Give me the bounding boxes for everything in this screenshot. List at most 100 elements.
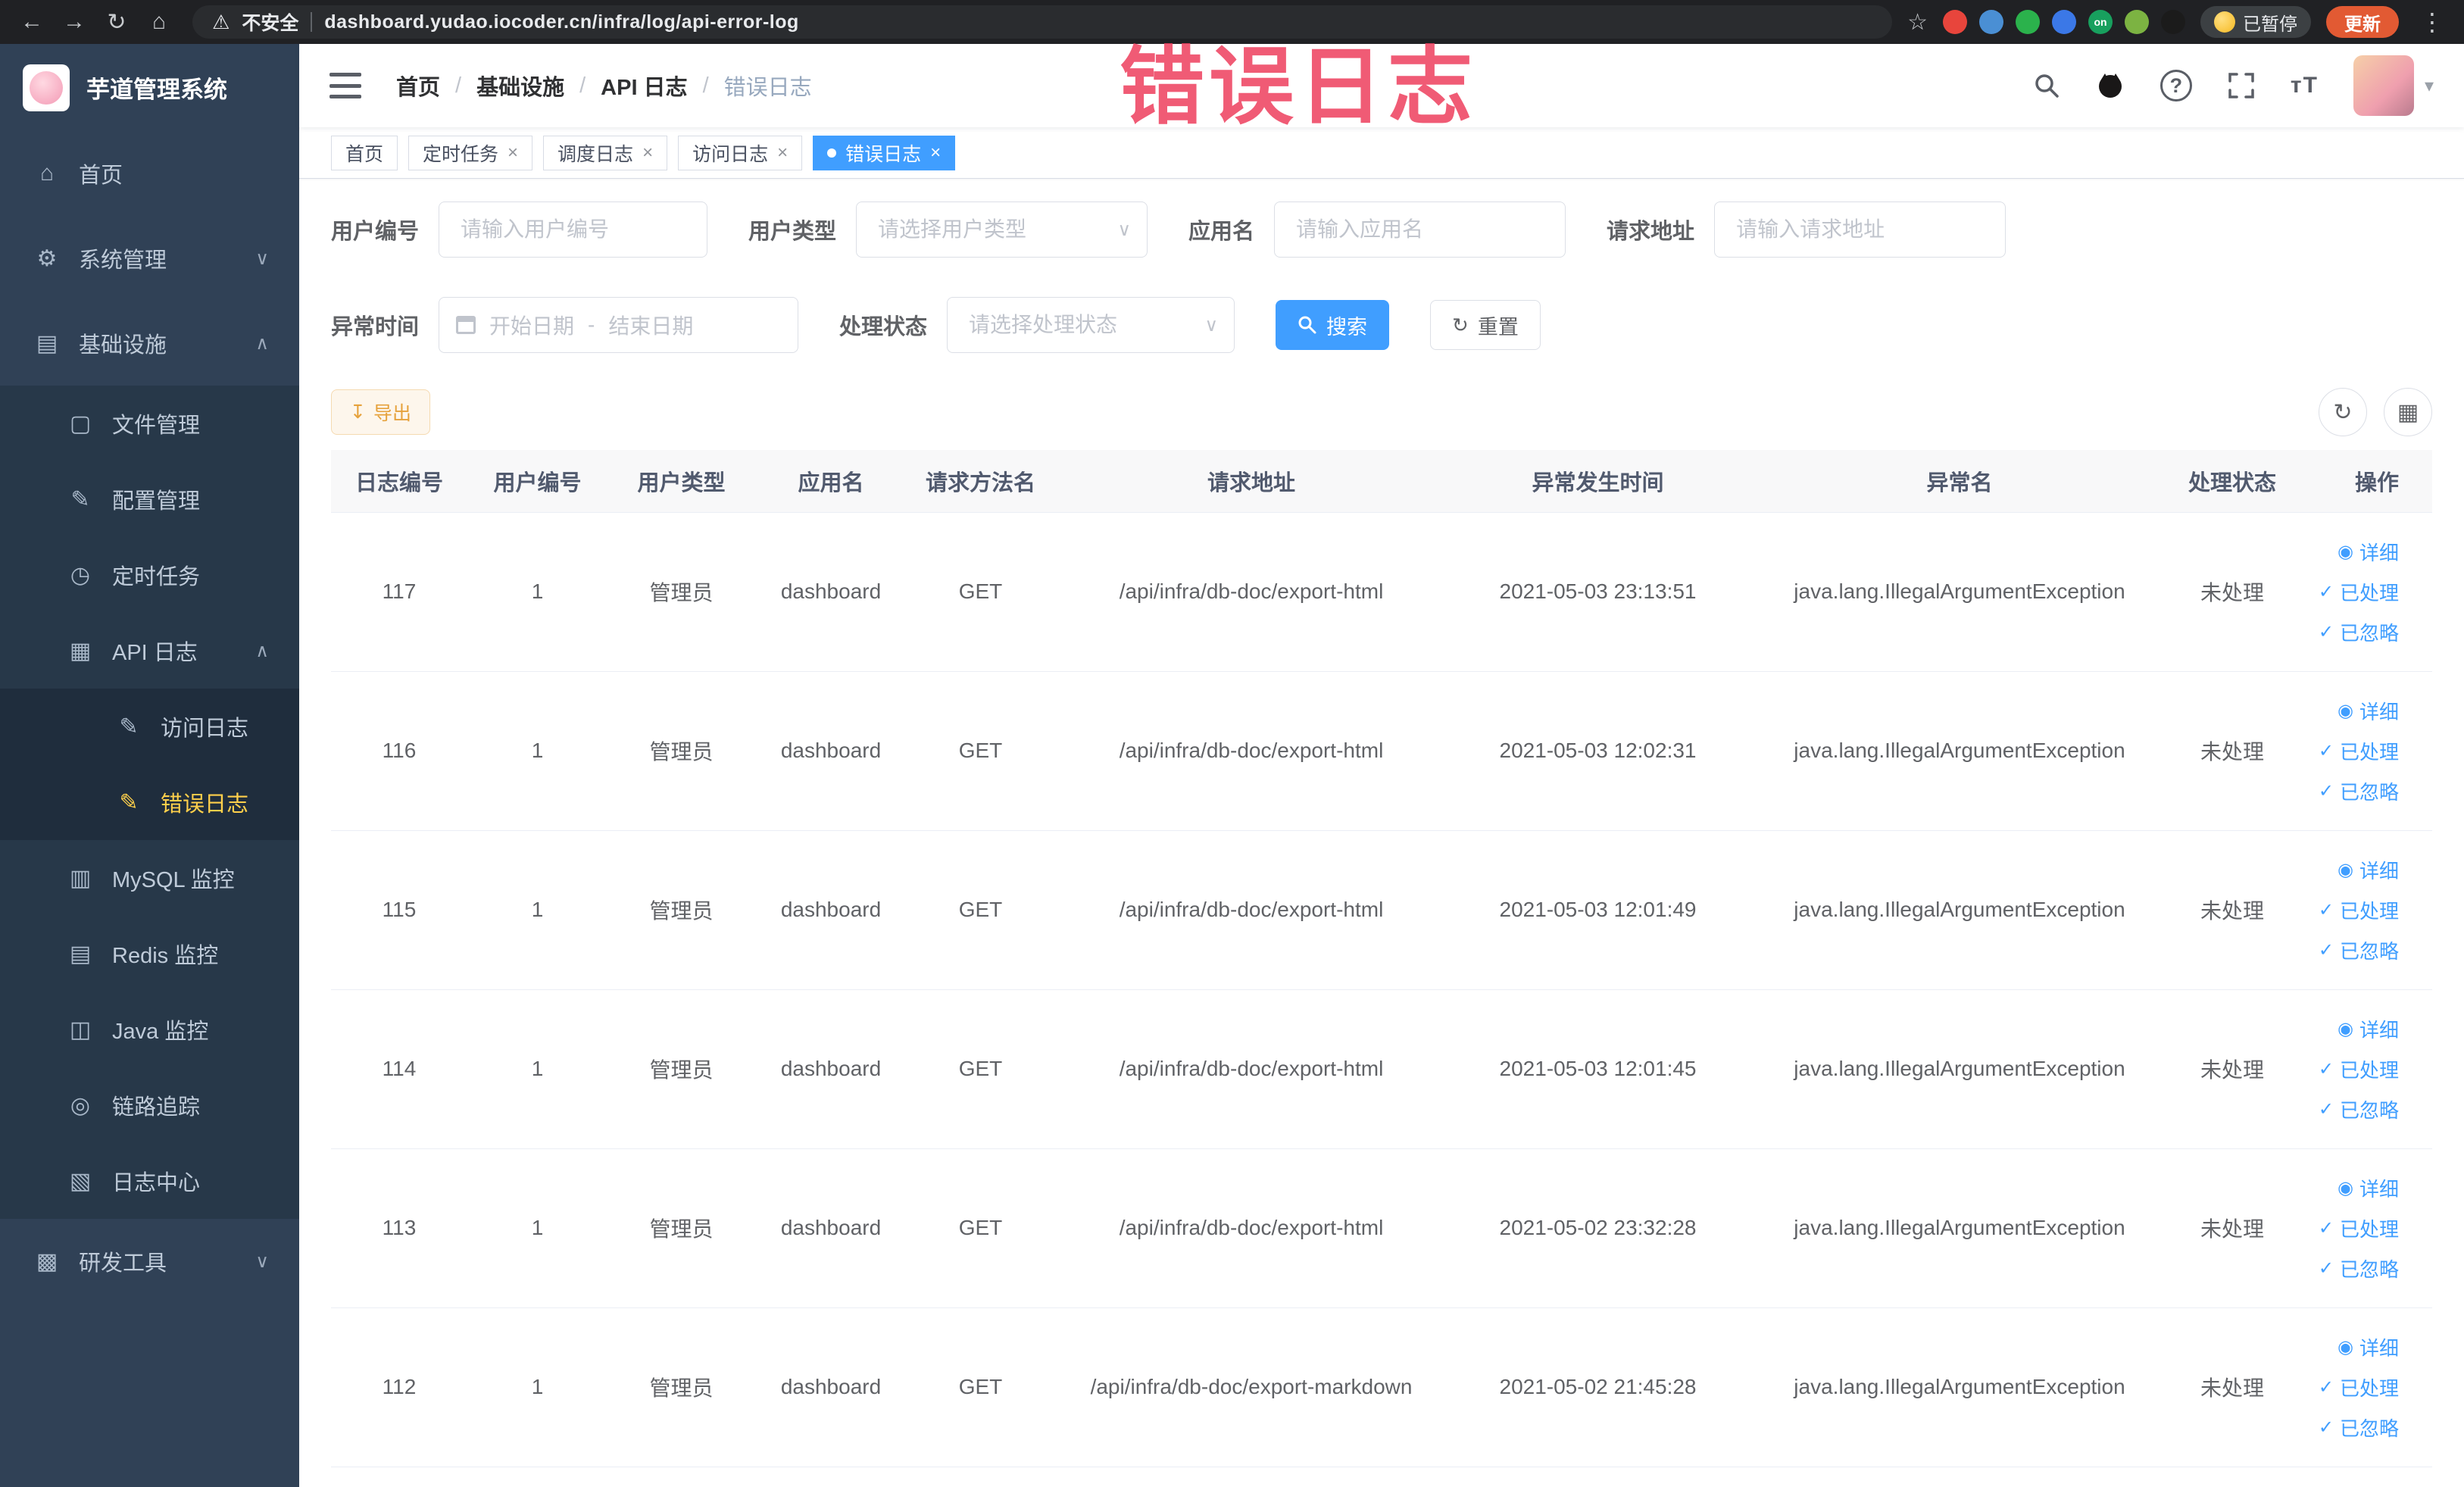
extension-icon[interactable] (1979, 10, 2003, 34)
sidebar-item-dev-tools[interactable]: ▩ 研发工具 ∨ (0, 1219, 299, 1304)
cell-time: 2021-05-02 23:32:28 (1448, 1148, 1747, 1308)
request-url-input[interactable] (1714, 201, 2006, 258)
cell-time: 2021-05-02 21:45:28 (1448, 1307, 1747, 1467)
sidebar-item-job[interactable]: ◷ 定时任务 (0, 537, 299, 613)
check-icon: ✓ (2318, 740, 2334, 761)
sidebar-item-home[interactable]: ⌂ 首页 (0, 131, 299, 216)
detail-link[interactable]: ◉ 详细 (2338, 1015, 2399, 1043)
sidebar-item-log-center[interactable]: ▧ 日志中心 (0, 1143, 299, 1219)
processed-link[interactable]: ✓ 已处理 (2319, 578, 2399, 606)
sidebar-item-mysql[interactable]: ▥ MySQL 监控 (0, 840, 299, 916)
close-icon[interactable]: × (642, 142, 653, 164)
extension-icon[interactable] (2161, 10, 2185, 34)
breadcrumb-item[interactable]: 首页 (396, 70, 440, 102)
breadcrumb-item[interactable]: API 日志 (601, 70, 687, 102)
breadcrumb-item[interactable]: 基础设施 (476, 70, 564, 102)
export-button[interactable]: ↧ 导出 (331, 389, 430, 435)
page-content: 用户编号 用户类型 ∨ 应用名 请求地址 (299, 179, 2464, 1467)
help-icon[interactable]: ? (2160, 70, 2192, 102)
detail-link[interactable]: ◉ 详细 (2338, 856, 2399, 884)
extension-icon[interactable] (1943, 10, 1967, 34)
table-header-row: 日志编号 用户编号 用户类型 应用名 请求方法名 请求地址 异常发生时间 异常名 处理状态 操作 (331, 450, 2432, 513)
sidebar-item-java[interactable]: ◫ Java 监控 (0, 992, 299, 1067)
cell-method: GET (907, 512, 1054, 672)
cell-user-type: 管理员 (607, 1148, 755, 1308)
action-label: 已处理 (2339, 1217, 2399, 1241)
ignored-link[interactable]: ✓ 已忽略 (2319, 1254, 2399, 1282)
user-type-select[interactable] (856, 201, 1148, 258)
ignored-link[interactable]: ✓ 已忽略 (2319, 1095, 2399, 1123)
url-text: dashboard.yudao.iocoder.cn/infra/log/api… (324, 11, 799, 33)
sidebar-item-error-log[interactable]: ✎ 错误日志 (0, 764, 299, 840)
table-row: 113 1 管理员 dashboard GET/api/infra/db-doc/exp… (331, 1148, 2432, 1308)
tab-错误日志[interactable]: 错误日志 × (813, 135, 956, 170)
processed-link[interactable]: ✓ 已处理 (2319, 1214, 2399, 1242)
sidebar-item-redis[interactable]: ▤ Redis 监控 (0, 916, 299, 992)
ignored-link[interactable]: ✓ 已忽略 (2319, 777, 2399, 805)
extension-icon[interactable] (2016, 10, 2040, 34)
tab-调度日志[interactable]: 调度日志 × (543, 135, 668, 170)
bookmark-star-icon[interactable]: ☆ (1907, 9, 1928, 36)
sidebar-item-file[interactable]: ▢ 文件管理 (0, 386, 299, 461)
github-icon[interactable] (2095, 70, 2125, 101)
cell-app: dashboard (755, 1307, 907, 1467)
processed-link[interactable]: ✓ 已处理 (2319, 737, 2399, 765)
sidebar-item-config[interactable]: ✎ 配置管理 (0, 461, 299, 537)
browser-menu-kebab-icon[interactable]: ⋮ (2414, 8, 2450, 36)
url-bar[interactable]: ⚠ 不安全 dashboard.yudao.iocoder.cn/infra/l… (192, 5, 1893, 39)
eye-icon: ◉ (2338, 859, 2353, 880)
detail-link[interactable]: ◉ 详细 (2338, 1333, 2399, 1361)
extensions-row: on (1943, 10, 2185, 34)
cell-exception: java.lang.IllegalArgumentException (1747, 830, 2172, 990)
sidebar-item-api-log[interactable]: ▦ API 日志 ∧ (0, 613, 299, 689)
cell-exception: java.lang.IllegalArgumentException (1747, 512, 2172, 672)
tab-访问日志[interactable]: 访问日志 × (678, 135, 803, 170)
sidebar-item-system[interactable]: ⚙ 系统管理 ∨ (0, 216, 299, 301)
back-button[interactable]: ← (14, 4, 50, 40)
reload-button[interactable]: ↻ (98, 4, 135, 40)
app-name-input[interactable] (1274, 201, 1566, 258)
app-logo[interactable]: 芋道管理系统 (0, 44, 299, 131)
breadcrumb-item[interactable]: 错误日志 (724, 70, 812, 102)
fullscreen-icon[interactable] (2227, 71, 2256, 100)
process-status-select[interactable] (947, 297, 1235, 353)
detail-link[interactable]: ◉ 详细 (2338, 1174, 2399, 1202)
update-button[interactable]: 更新 (2326, 6, 2399, 38)
tab-首页[interactable]: 首页 (331, 135, 398, 170)
close-icon[interactable]: × (777, 142, 788, 164)
extension-icon[interactable] (2125, 10, 2149, 34)
breadcrumb: 首页 / 基础设施 / API 日志 / 错误日志 (396, 70, 812, 102)
search-button[interactable]: 搜索 (1276, 300, 1390, 350)
ignored-link[interactable]: ✓ 已忽略 (2319, 936, 2399, 964)
paused-chip[interactable]: 已暂停 (2200, 6, 2311, 38)
close-icon[interactable]: × (930, 142, 941, 164)
sidebar-collapse-icon[interactable] (329, 73, 361, 98)
date-range-picker[interactable]: 开始日期 - 结束日期 (439, 297, 799, 353)
processed-link[interactable]: ✓ 已处理 (2319, 1373, 2399, 1401)
sidebar-item-access-log[interactable]: ✎ 访问日志 (0, 689, 299, 764)
sidebar-item-infra[interactable]: ▤ 基础设施 ∧ (0, 301, 299, 386)
ignored-link[interactable]: ✓ 已忽略 (2319, 1414, 2399, 1442)
reset-button[interactable]: ↻ 重置 (1430, 300, 1541, 350)
processed-link[interactable]: ✓ 已处理 (2319, 896, 2399, 924)
sidebar-item-trace[interactable]: ◎ 链路追踪 (0, 1067, 299, 1143)
close-icon[interactable]: × (507, 142, 518, 164)
extension-icon[interactable] (2052, 10, 2076, 34)
filter-label: 用户编号 (331, 220, 420, 244)
column-settings-button[interactable]: ▦ (2384, 388, 2432, 436)
ignored-link[interactable]: ✓ 已忽略 (2319, 618, 2399, 646)
home-button[interactable]: ⌂ (141, 4, 177, 40)
user-menu[interactable]: ▾ (2353, 55, 2434, 116)
forward-button[interactable]: → (56, 4, 92, 40)
tab-定时任务[interactable]: 定时任务 × (408, 135, 533, 170)
font-size-icon[interactable]: тT (2291, 73, 2319, 98)
detail-link[interactable]: ◉ 详细 (2338, 697, 2399, 725)
export-icon: ↧ (350, 401, 366, 423)
user-id-input[interactable] (439, 201, 708, 258)
detail-link[interactable]: ◉ 详细 (2338, 538, 2399, 566)
eye-icon: ◉ (2338, 1018, 2353, 1039)
processed-link[interactable]: ✓ 已处理 (2319, 1055, 2399, 1083)
extension-icon[interactable]: on (2088, 10, 2113, 34)
search-icon[interactable] (2033, 72, 2060, 99)
refresh-button[interactable]: ↻ (2319, 388, 2367, 436)
